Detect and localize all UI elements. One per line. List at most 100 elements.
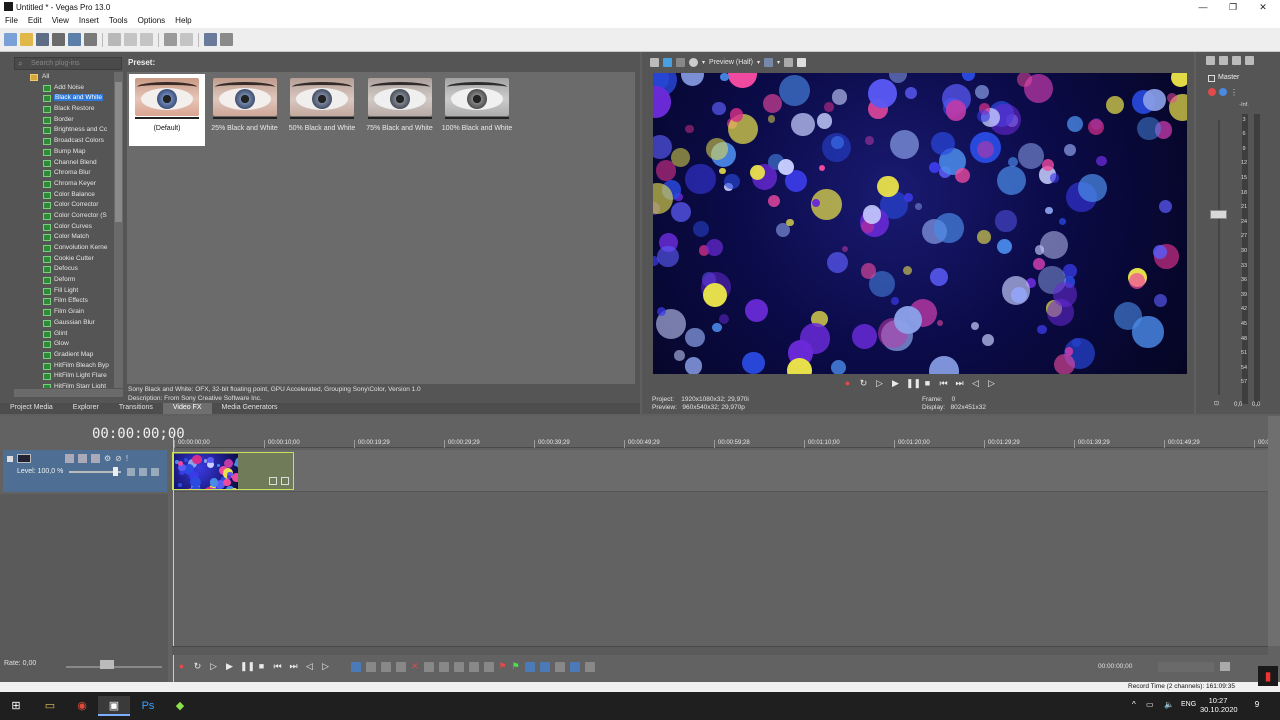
language-indicator[interactable]: ENG — [1181, 701, 1196, 708]
track-motion-icon[interactable] — [78, 454, 87, 463]
loop-icon[interactable]: ↻ — [858, 378, 869, 389]
event-pan-crop-icon[interactable] — [269, 477, 277, 485]
plugin-tree-scrollbar[interactable] — [114, 72, 123, 388]
trim-icon[interactable] — [423, 661, 434, 672]
plugin-tree-item[interactable]: Gradient Map — [14, 350, 114, 361]
properties-icon[interactable] — [650, 58, 659, 67]
scrollbar-thumb[interactable] — [115, 82, 122, 222]
zoom-tool-icon[interactable] — [396, 661, 406, 672]
preview-quality-select[interactable]: Preview (Half) — [709, 59, 753, 66]
plugin-tree-item[interactable]: Gaussian Blur — [14, 318, 114, 329]
left-panel-tab[interactable]: Explorer — [63, 403, 109, 414]
record-indicator-icon[interactable]: ▮ — [1258, 666, 1278, 686]
go-to-start-icon[interactable]: ⏮ — [272, 661, 283, 672]
loop-icon[interactable]: ↻ — [192, 661, 203, 672]
whats-this-help-icon[interactable] — [220, 33, 233, 46]
save-icon[interactable] — [36, 33, 49, 46]
minimize-button[interactable]: — — [1188, 1, 1218, 13]
record-icon[interactable]: ● — [842, 378, 853, 389]
plugin-tree-item[interactable]: Black Restore — [14, 104, 114, 115]
plugin-search-input[interactable]: ⌕ Search plug-ins — [14, 57, 122, 70]
app-taskbar-icon[interactable]: ◆ — [164, 696, 196, 716]
plugin-tree-item[interactable]: Deform — [14, 275, 114, 286]
gear-icon[interactable]: ⚙ — [104, 454, 111, 463]
plugin-tree-item[interactable]: HitFilm Starr Light — [14, 382, 114, 388]
plugin-tree-item[interactable]: Cookie Cutter — [14, 254, 114, 265]
plugin-tree-item[interactable]: Broadcast Colors — [14, 136, 114, 147]
plugin-tree-item[interactable]: Chroma Keyer — [14, 179, 114, 190]
chevron-down-icon[interactable]: ▾ — [702, 59, 705, 66]
previous-frame-icon[interactable]: ◁ — [304, 661, 315, 672]
plugin-tree-item[interactable]: Channel Blend — [14, 158, 114, 169]
mute-icon[interactable]: ⊘ — [115, 454, 122, 463]
preset-thumbnail[interactable]: (Default) — [129, 74, 205, 146]
open-icon[interactable] — [20, 33, 33, 46]
next-frame-icon[interactable]: ▷ — [986, 378, 997, 389]
preset-thumbnail[interactable]: 50% Black and White — [284, 74, 360, 146]
lock-icon[interactable]: ⊡ — [1214, 400, 1219, 407]
stop-icon[interactable]: ■ — [256, 661, 267, 672]
menu-file[interactable]: File — [0, 14, 23, 28]
plugin-tree-hscrollbar[interactable] — [14, 389, 123, 397]
plugin-tree-item[interactable]: Chroma Blur — [14, 168, 114, 179]
photoshop-icon[interactable]: Ps — [132, 696, 164, 716]
rate-slider-handle[interactable] — [100, 660, 114, 669]
menu-edit[interactable]: Edit — [23, 14, 47, 28]
ignore-grouping-icon[interactable] — [584, 661, 595, 672]
vegas-taskbar-icon[interactable]: ▣ — [98, 696, 130, 716]
render-icon[interactable] — [68, 33, 81, 46]
paste-icon[interactable] — [140, 33, 153, 46]
plugin-tree-item[interactable]: Brightness and Cc — [14, 125, 114, 136]
new-icon[interactable] — [4, 33, 17, 46]
trim-start-icon[interactable] — [438, 661, 449, 672]
timeline-vertical-scrollbar[interactable] — [1268, 416, 1280, 646]
plugin-tree-item[interactable]: Fill Light — [14, 286, 114, 297]
lock-icon[interactable] — [483, 661, 494, 672]
plugin-tree-item[interactable]: Color Balance — [14, 190, 114, 201]
overlays-icon[interactable] — [763, 58, 773, 67]
play-from-start-icon[interactable]: ▷ — [208, 661, 219, 672]
plugin-tree-item[interactable]: Bump Map — [14, 147, 114, 158]
enable-snapping-icon[interactable] — [204, 33, 217, 46]
copy-icon[interactable] — [124, 33, 137, 46]
go-to-end-icon[interactable]: ⏭ — [288, 661, 299, 672]
left-panel-tab[interactable]: Video FX — [162, 403, 212, 414]
normal-edit-tool-icon[interactable] — [351, 661, 361, 672]
compositing-mode-icon[interactable] — [65, 454, 74, 463]
previous-frame-icon[interactable]: ◁ — [970, 378, 981, 389]
external-monitor-icon[interactable] — [663, 58, 672, 67]
go-to-start-icon[interactable]: ⏮ — [938, 378, 949, 389]
menu-help[interactable]: Help — [170, 14, 196, 28]
preset-thumbnail[interactable]: 25% Black and White — [207, 74, 283, 146]
taskbar-clock[interactable]: 10:27 30.10.2020 — [1200, 696, 1238, 714]
plugin-tree-item[interactable]: Border — [14, 115, 114, 126]
menu-tools[interactable]: Tools — [104, 14, 133, 28]
volume-icon[interactable]: 🔈 — [1164, 700, 1174, 709]
auto-ripple-icon[interactable] — [524, 661, 535, 672]
left-panel-tab[interactable]: Media Generators — [212, 403, 288, 414]
chevron-down-icon[interactable]: ▾ — [777, 59, 780, 66]
rate-slider[interactable] — [66, 666, 162, 668]
delete-icon[interactable]: ✕ — [411, 661, 419, 672]
plugin-tree-item[interactable]: Convolution Kerne — [14, 243, 114, 254]
preset-thumbnail[interactable]: 100% Black and White — [439, 74, 515, 146]
maximize-button[interactable]: ❐ — [1218, 1, 1248, 13]
menu-insert[interactable]: Insert — [74, 14, 104, 28]
plugin-tree-item[interactable]: Glint — [14, 329, 114, 340]
redo-icon[interactable] — [180, 33, 193, 46]
plugin-tree-item[interactable]: Film Grain — [14, 307, 114, 318]
event-fx-icon[interactable] — [281, 477, 289, 485]
play-from-start-icon[interactable]: ▷ — [874, 378, 885, 389]
file-explorer-icon[interactable]: ▭ — [34, 696, 66, 716]
next-frame-icon[interactable]: ▷ — [320, 661, 331, 672]
make-compositing-parent-icon[interactable] — [151, 468, 159, 476]
save-as-icon[interactable] — [52, 33, 65, 46]
video-clip[interactable] — [172, 452, 294, 490]
stop-icon[interactable]: ■ — [922, 378, 933, 389]
left-panel-tab[interactable]: Transitions — [109, 403, 163, 414]
region-icon[interactable]: ⚑ — [512, 661, 520, 672]
tray-chevron-icon[interactable]: ^ — [1132, 700, 1136, 709]
preset-thumbnail[interactable]: 75% Black and White — [362, 74, 438, 146]
timeline-horizontal-scrollbar[interactable] — [172, 646, 1268, 655]
pause-icon[interactable]: ❚❚ — [906, 378, 921, 389]
